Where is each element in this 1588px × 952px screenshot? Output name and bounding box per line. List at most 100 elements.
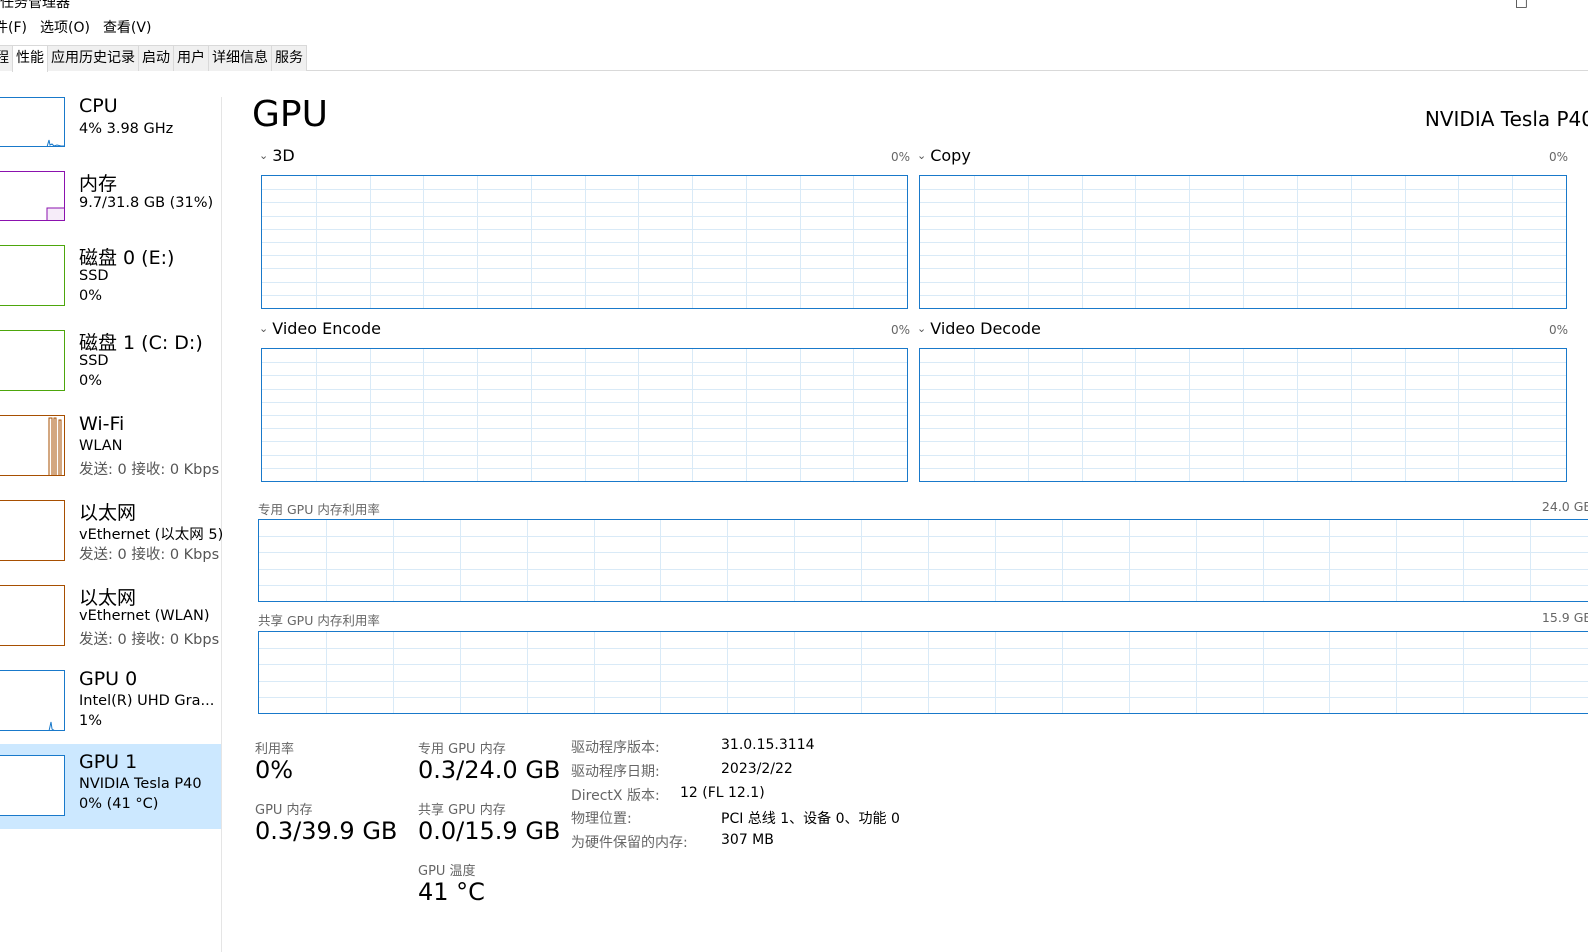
directx-version-label: DirectX 版本:	[571, 788, 660, 804]
sidebar-item-detail-2: 发送: 0 接收: 0 Kbps	[79, 632, 220, 648]
sidebar-item-title: GPU 0	[79, 668, 138, 690]
menu-bar: 件(F) 选项(O) 查看(V)	[0, 16, 164, 40]
sidebar-item-detail-2: 1%	[79, 713, 103, 729]
chevron-down-icon: ⌄	[917, 322, 927, 335]
graph-grid	[262, 176, 907, 308]
sidebar-item-detail: vEthernet (以太网 5)	[79, 527, 224, 543]
shared-memory-graph	[258, 631, 1588, 714]
driver-version-value: 31.0.15.3114	[721, 737, 815, 753]
directx-version-value: 12 (FL 12.1)	[680, 785, 765, 801]
dedicated-memory-stat-label: 专用 GPU 内存	[418, 742, 506, 757]
engine-selector-copy[interactable]: ⌄ Copy	[917, 146, 971, 165]
sidebar-item-detail: Intel(R) UHD Gra...	[79, 693, 215, 709]
engine-name: 3D	[272, 146, 295, 165]
dedicated-memory-max: 24.0 GB	[1541, 499, 1588, 514]
physical-location-label: 物理位置:	[571, 811, 632, 827]
sidebar-item-detail: NVIDIA Tesla P40	[79, 776, 202, 792]
gpu-model-name: NVIDIA Tesla P40	[1424, 107, 1588, 131]
sidebar-item-ethernet-1[interactable]: 以太网 vEthernet (以太网 5) 发送: 0 接收: 0 Kbps	[0, 500, 224, 585]
chevron-down-icon: ⌄	[917, 149, 927, 162]
sidebar-item-detail: 4% 3.98 GHz	[79, 121, 174, 137]
ethernet-graph-icon	[0, 500, 65, 561]
disk-graph-icon	[0, 330, 65, 391]
engine-graph-copy	[919, 175, 1567, 309]
sidebar-item-detail-2: 发送: 0 接收: 0 Kbps	[79, 462, 220, 478]
gpu-temperature-label: GPU 温度	[418, 864, 476, 879]
engine-selector-3d[interactable]: ⌄ 3D	[259, 146, 295, 165]
tab-services[interactable]: 服务	[271, 45, 307, 71]
graph-grid	[920, 349, 1566, 481]
title-bar: 任务管理器 □	[0, 0, 1588, 12]
shared-memory-max: 15.9 GB	[1541, 610, 1588, 625]
sidebar-item-title: 内存	[79, 173, 118, 195]
sidebar-item-detail-2: 0% (41 °C)	[79, 796, 159, 812]
sidebar-item-title: 以太网	[79, 587, 137, 609]
driver-date-value: 2023/2/22	[721, 761, 793, 777]
tab-details[interactable]: 详细信息	[208, 45, 272, 71]
sidebar-item-title: 磁盘 1 (C: D:)	[79, 332, 203, 354]
chevron-down-icon: ⌄	[259, 322, 269, 335]
tab-app-history[interactable]: 应用历史记录	[47, 45, 139, 71]
sidebar-item-detail: 9.7/31.8 GB (31%)	[79, 195, 214, 211]
reserved-memory-label: 为硬件保留的内存:	[571, 835, 688, 851]
sidebar-item-disk-1[interactable]: 磁盘 1 (C: D:) SSD 0%	[0, 330, 221, 415]
maximize-icon[interactable]: □	[1515, 0, 1528, 10]
menu-file[interactable]: 件(F)	[0, 16, 34, 40]
sidebar-item-ethernet-2[interactable]: 以太网 vEthernet (WLAN) 发送: 0 接收: 0 Kbps	[0, 585, 221, 670]
engine-name: Video Decode	[930, 319, 1041, 338]
dedicated-memory-label: 专用 GPU 内存利用率	[258, 502, 380, 517]
chevron-down-icon: ⌄	[259, 149, 269, 162]
sidebar-item-gpu-1[interactable]: GPU 1 NVIDIA Tesla P40 0% (41 °C)	[0, 744, 221, 829]
disk-graph-icon	[0, 245, 65, 306]
gpu-memory-label: GPU 内存	[255, 803, 313, 818]
graph-grid	[262, 349, 907, 481]
shared-memory-label: 共享 GPU 内存利用率	[258, 613, 380, 628]
tab-users[interactable]: 用户	[173, 45, 209, 71]
engine-percent: 0%	[1549, 323, 1569, 337]
gpu-memory-value: 0.3/39.9 GB	[255, 817, 398, 845]
engine-graph-3d	[261, 175, 908, 309]
physical-location-value: PCI 总线 1、设备 0、功能 0	[721, 811, 900, 827]
performance-sidebar: CPU 4% 3.98 GHz 内存 9.7/31.8 GB (31%) 磁盘 …	[0, 95, 224, 952]
menu-view[interactable]: 查看(V)	[103, 16, 159, 40]
sidebar-item-title: CPU	[79, 95, 118, 117]
engine-percent: 0%	[891, 150, 911, 164]
engine-graph-video-decode	[919, 348, 1567, 482]
graph-grid	[259, 632, 1588, 713]
menu-options[interactable]: 选项(O)	[40, 16, 97, 40]
tab-bar: 程 性能 应用历史记录 启动 用户 详细信息 服务	[0, 45, 1588, 72]
engine-percent: 0%	[1549, 150, 1569, 164]
sidebar-item-title: 以太网	[79, 502, 137, 524]
sidebar-item-detail: SSD	[79, 268, 109, 284]
shared-memory-stat-label: 共享 GPU 内存	[418, 803, 506, 818]
tab-startup[interactable]: 启动	[138, 45, 174, 71]
engine-name: Video Encode	[272, 319, 381, 338]
sidebar-item-detail-2: 0%	[79, 373, 103, 389]
engine-selector-video-encode[interactable]: ⌄ Video Encode	[259, 319, 381, 338]
sidebar-item-detail: vEthernet (WLAN)	[79, 608, 210, 624]
sidebar-item-wifi[interactable]: Wi-Fi WLAN 发送: 0 接收: 0 Kbps	[0, 413, 221, 500]
gpu-graph-icon	[0, 670, 65, 731]
dedicated-memory-graph	[258, 519, 1588, 602]
utilization-value: 0%	[255, 756, 294, 784]
sidebar-item-detail-2: 发送: 0 接收: 0 Kbps	[79, 547, 220, 563]
reserved-memory-value: 307 MB	[721, 832, 774, 848]
tab-performance[interactable]: 性能	[12, 45, 48, 72]
sidebar-item-title: GPU 1	[79, 751, 138, 773]
sidebar-item-disk-0[interactable]: 磁盘 0 (E:) SSD 0%	[0, 245, 221, 330]
driver-date-label: 驱动程序日期:	[571, 764, 660, 780]
wifi-graph-icon	[0, 415, 65, 476]
sidebar-item-gpu-0[interactable]: GPU 0 Intel(R) UHD Gra... 1%	[0, 668, 221, 755]
ethernet-graph-icon	[0, 585, 65, 646]
dedicated-memory-stat-value: 0.3/24.0 GB	[418, 756, 561, 784]
engine-graph-video-encode	[261, 348, 908, 482]
sidebar-item-detail-2: 0%	[79, 288, 103, 304]
driver-version-label: 驱动程序版本:	[571, 740, 660, 756]
sidebar-item-title: 磁盘 0 (E:)	[79, 247, 175, 269]
utilization-label: 利用率	[255, 742, 295, 757]
gpu-temperature-value: 41 °C	[418, 878, 485, 906]
graph-grid	[920, 176, 1566, 308]
gpu-graph-icon	[0, 755, 65, 816]
gpu-detail-panel: GPU NVIDIA Tesla P40 ⌄ 3D 0% ⌄ Copy 0% ⌄ Vi…	[222, 72, 1588, 952]
engine-selector-video-decode[interactable]: ⌄ Video Decode	[917, 319, 1041, 338]
